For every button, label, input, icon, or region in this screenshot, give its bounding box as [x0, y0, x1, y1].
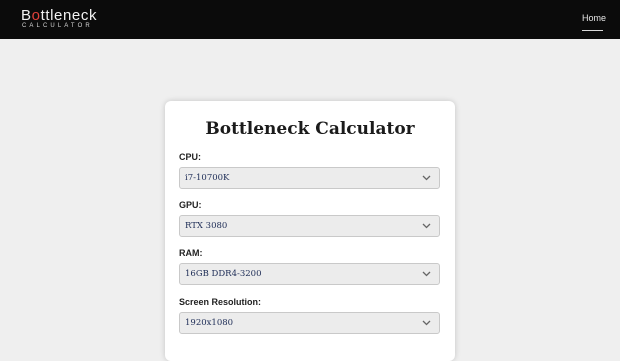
calculator-title: Bottleneck Calculator	[205, 119, 415, 139]
ram-select-value: 16GB DDR4-3200	[185, 269, 262, 279]
gpu-label: GPU:	[179, 200, 202, 210]
gpu-select-value: RTX 3080	[185, 221, 228, 231]
gpu-select[interactable]: RTX 3080	[179, 215, 440, 237]
logo[interactable]: Bottleneck CALCULATOR	[21, 7, 101, 33]
cpu-select-value: i7-10700K	[185, 173, 230, 183]
ram-select[interactable]: 16GB DDR4-3200	[179, 263, 440, 285]
cpu-select[interactable]: i7-10700K	[179, 167, 440, 189]
nav-active-underline	[582, 30, 603, 31]
cpu-label: CPU:	[179, 152, 201, 162]
logo-accent-letter: o	[31, 7, 41, 24]
chevron-down-icon	[422, 175, 431, 181]
chevron-down-icon	[422, 320, 431, 326]
nav-home-link[interactable]: Home	[582, 13, 606, 23]
chevron-down-icon	[422, 271, 431, 277]
resolution-label: Screen Resolution:	[179, 297, 262, 307]
resolution-select-value: 1920x1080	[185, 318, 234, 328]
ram-label: RAM:	[179, 248, 203, 258]
resolution-select[interactable]: 1920x1080	[179, 312, 440, 334]
chevron-down-icon	[422, 223, 431, 229]
logo-wordmark: Bottleneck	[21, 7, 98, 24]
logo-subtitle: CALCULATOR	[22, 23, 93, 29]
navbar: Bottleneck CALCULATOR Home	[0, 0, 620, 39]
